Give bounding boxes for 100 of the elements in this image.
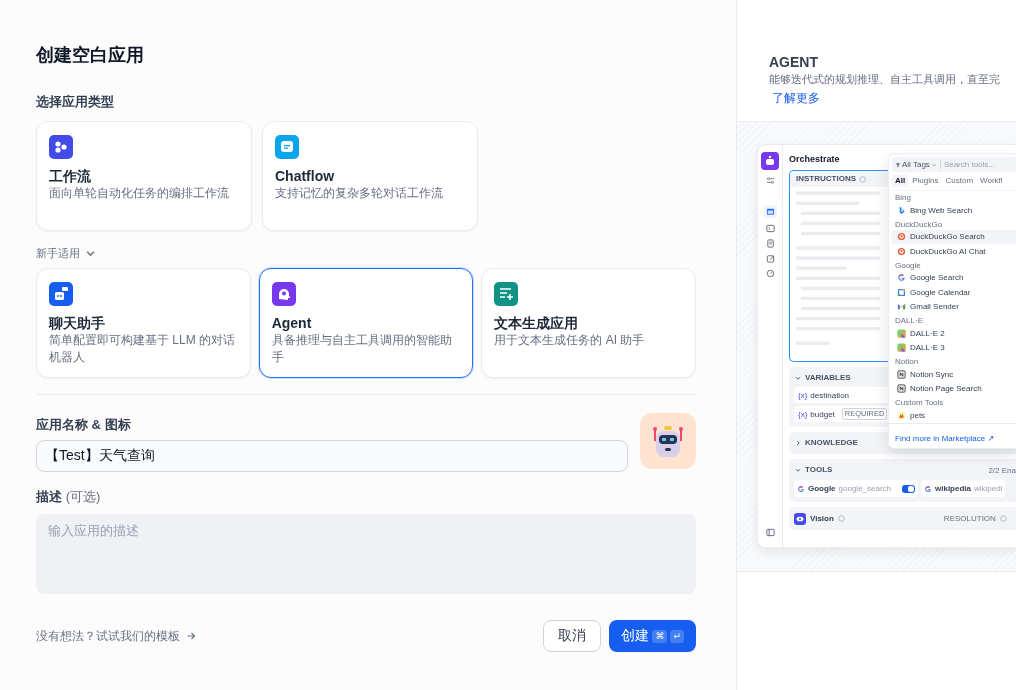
- category-label[interactable]: Workfl: [977, 175, 1006, 187]
- chat-bubble-icon: [275, 135, 299, 159]
- card-title: 文本生成应用: [494, 314, 580, 332]
- card-description: 面向单轮自动化任务的编排工作流: [49, 185, 230, 202]
- chevron-icon: [930, 161, 937, 168]
- group-label: DuckDuckGo: [894, 218, 944, 230]
- category-label[interactable]: Custom: [942, 175, 977, 187]
- tool-id: google_search: [838, 484, 892, 493]
- variable-symbol: {x}: [798, 409, 808, 419]
- window-icon: [763, 205, 777, 218]
- resolution-label: RESOLUTION: [943, 514, 996, 523]
- variable-name: budget: [810, 409, 835, 419]
- selected-category-chip[interactable]: All: [892, 175, 909, 187]
- tool-label: DuckDuckGo Search: [910, 232, 985, 242]
- tool-label: Notion Page Search: [910, 384, 982, 394]
- google-g-icon: [797, 484, 805, 493]
- group-label: Bing: [894, 192, 912, 203]
- gauge-icon: [765, 269, 775, 278]
- tool-label: Google Search: [910, 273, 964, 283]
- document-icon: [765, 239, 775, 248]
- app-type-card[interactable]: Agent 具备推理与自主工具调用的智能助手: [258, 268, 474, 378]
- group-label: Google: [894, 259, 922, 271]
- highlighted-row[interactable]: DuckDuckGo Search: [891, 229, 1016, 244]
- preview-description: 能够迭代式的规划推理、自主工具调用，直至完: [769, 72, 1001, 87]
- tool-label: DuckDuckGo AI Chat: [910, 246, 986, 256]
- template-link[interactable]: 没有想法？试试我们的模板: [36, 627, 196, 645]
- tool-label: Bing Web Search: [910, 205, 973, 215]
- group-label: DALL·E: [894, 315, 924, 326]
- tool-label: Google Calendar: [910, 287, 971, 297]
- tool-name: Google: [808, 484, 836, 493]
- beginner-toggle[interactable]: 新手适用: [36, 245, 96, 261]
- tag-filter[interactable]: All Tags: [895, 160, 941, 169]
- app-type-card[interactable]: 文本生成应用 用于文本生成任务的 AI 助手: [481, 268, 696, 378]
- group-label: Notion: [894, 356, 920, 367]
- app-type-card[interactable]: 工作流 面向单轮自动化任务的编排工作流: [36, 121, 252, 231]
- card-title: Agent: [271, 314, 313, 332]
- section-label: 选择应用类型: [36, 93, 115, 111]
- dalle-logo-icon: [897, 328, 906, 338]
- sidebar-toggle-icon: [765, 528, 775, 537]
- tool-label: pets: [910, 410, 926, 420]
- notion-logo-icon: [897, 369, 906, 379]
- variable-name: destination: [810, 390, 850, 400]
- card-description: 具备推理与自主工具调用的智能助手: [271, 332, 453, 366]
- edit-icon: [765, 254, 775, 263]
- dialog-title: 创建空白应用: [36, 44, 145, 67]
- terminal-icon: [765, 224, 775, 233]
- eye-icon: [794, 512, 806, 525]
- tool-count: 2/2 Ena: [988, 465, 1016, 475]
- variable-symbol: {x}: [798, 390, 808, 400]
- optional-hint: (可选): [65, 489, 101, 504]
- notion-logo-icon: [897, 384, 906, 394]
- card-description: 简单配置即可构建基于 LLM 的对话机器人: [49, 332, 236, 366]
- cancel-button[interactable]: 取消: [543, 620, 602, 652]
- tool-label: DALL·E 3: [910, 343, 945, 353]
- help-icon: [859, 175, 866, 183]
- field-label: 应用名称 & 图标: [36, 416, 132, 434]
- section-label: INSTRUCTIONS: [796, 174, 856, 184]
- sliders-icon: [765, 176, 775, 185]
- robot-icon: [761, 152, 779, 170]
- custom-logo-icon: [897, 410, 906, 420]
- shortcut-key: ↵: [670, 629, 684, 643]
- app-name-field[interactable]: 【Test】天气查询: [36, 440, 628, 472]
- robot-avatar-icon[interactable]: [640, 413, 696, 469]
- calendar-logo-icon: [897, 287, 906, 297]
- shortcut-key: ⌘: [652, 629, 668, 643]
- tool-search-field[interactable]: All Tags Search tools...: [892, 157, 1016, 172]
- card-title: Chatflow: [275, 167, 336, 185]
- section-label: TOOLS: [805, 465, 833, 475]
- tool-label: Gmail Sender: [910, 302, 959, 312]
- tool-label: DALL·E 2: [910, 328, 945, 338]
- workflow-icon: [49, 135, 73, 159]
- card-title: 工作流: [49, 167, 92, 185]
- section-label: VARIABLES: [805, 373, 851, 383]
- chatbot-icon: [49, 282, 73, 306]
- help-icon: [999, 515, 1007, 522]
- dalle-logo-icon: [897, 343, 906, 353]
- app-type-card[interactable]: 聊天助手 简单配置即可构建基于 LLM 的对话机器人: [36, 268, 251, 378]
- field-label: 描述: [36, 489, 62, 504]
- google-g-icon: [924, 484, 932, 493]
- section-label: KNOWLEDGE: [805, 438, 858, 448]
- learn-more-link[interactable]: 了解更多: [772, 91, 820, 105]
- card-description: 用于文本生成任务的 AI 助手: [494, 332, 646, 349]
- marketplace-link[interactable]: Find more in Marketplace ↗: [895, 433, 995, 443]
- help-icon: [837, 515, 845, 522]
- vision-label: Vision: [810, 514, 834, 523]
- create-button[interactable]: 创建 ⌘ ↵: [609, 620, 696, 652]
- group-label: Custom Tools: [894, 397, 945, 408]
- card-description: 支持记忆的复杂多轮对话工作流: [275, 185, 444, 202]
- arrow-right-icon: [186, 631, 196, 641]
- app-type-card[interactable]: Chatflow 支持记忆的复杂多轮对话工作流: [262, 121, 478, 231]
- description-field[interactable]: 输入应用的描述: [36, 514, 696, 594]
- category-label[interactable]: Plugins: [909, 175, 942, 187]
- card-title: 聊天助手: [49, 314, 106, 332]
- orchestrate-heading: Orchestrate: [789, 153, 840, 165]
- gmail-logo-icon: [897, 302, 906, 312]
- preview-title: AGENT: [769, 54, 819, 71]
- filter-icon: [895, 161, 901, 168]
- tool-name: wikipedia: [935, 484, 971, 493]
- tool-id: wikipedi: [974, 484, 1003, 493]
- text-sparkle-icon: [494, 282, 519, 306]
